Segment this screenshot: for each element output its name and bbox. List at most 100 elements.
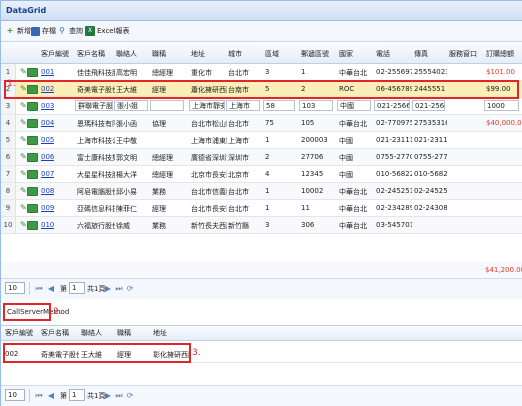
delete-icon[interactable] <box>27 170 38 179</box>
refresh-icon[interactable]: ⟳ <box>125 391 135 401</box>
cell-id[interactable]: 003 <box>41 102 54 110</box>
cell-phone[interactable]: 021-2566800 <box>374 100 410 111</box>
refresh-icon[interactable]: ⟳ <box>125 284 135 294</box>
edit-icon[interactable]: ✎ <box>20 169 27 178</box>
cell-contact: 張小函 <box>116 120 137 128</box>
last-page-icon[interactable]: ⏭ <box>114 284 124 294</box>
delete-icon[interactable] <box>27 136 38 145</box>
cell-id[interactable]: 001 <box>41 68 54 76</box>
cell-id[interactable]: 005 <box>41 136 54 144</box>
column-header[interactable]: 客戶名稱 <box>77 49 105 59</box>
first-page-icon[interactable]: ⏮ <box>34 391 44 401</box>
column-header[interactable]: 職稱 <box>152 49 166 59</box>
table-row[interactable]: 7 ✎ 007 大星星科技股份楊大洋 總經理 北京市長安西路北京市 4 12345 中國 010-… <box>1 166 522 183</box>
delete-icon[interactable] <box>27 221 38 230</box>
prev-page-icon[interactable]: ◀ <box>46 284 56 294</box>
column-header[interactable]: 電話 <box>376 49 390 59</box>
column-header[interactable]: 客戶名稱 <box>41 328 69 338</box>
cell-region: 1 <box>265 204 270 212</box>
column-header[interactable]: 傳真 <box>414 49 428 59</box>
cell-id[interactable]: 009 <box>41 204 54 212</box>
row-number: 3 <box>1 98 16 114</box>
panel-title: DataGrid <box>6 6 47 15</box>
delete-icon[interactable] <box>27 204 38 213</box>
column-header[interactable]: 客戶編號 <box>5 328 33 338</box>
column-header[interactable]: 地址 <box>153 328 167 338</box>
delete-icon[interactable] <box>27 153 38 162</box>
search-button[interactable]: ⚲ 查詢 <box>57 25 83 37</box>
column-header[interactable]: 城市 <box>228 49 242 59</box>
column-header[interactable]: 服務窗口 <box>449 49 477 59</box>
cell-city: 台北市 <box>228 120 249 128</box>
table-row[interactable]: 5 ✎ 005 上海市科技公王中敬 上海市浦東區上海市 1 200003 中國 021-2311… <box>1 132 522 149</box>
prev-page-icon[interactable]: ◀ <box>46 391 56 401</box>
cell-fax[interactable]: 021-2566800 <box>412 100 445 111</box>
cell-phone: 021-23111111 <box>376 136 412 144</box>
edit-icon[interactable]: ✎ <box>20 118 27 127</box>
edit-icon[interactable]: ✎ <box>20 101 27 110</box>
cell-id[interactable]: 010 <box>41 221 54 229</box>
cell-id[interactable]: 008 <box>41 187 54 195</box>
column-header[interactable]: 聯絡人 <box>81 328 102 338</box>
page-size-select[interactable]: 10 <box>5 389 25 401</box>
delete-icon[interactable] <box>27 119 38 128</box>
table-row[interactable]: 3✎003群聯電子股份張小姐上海市靜安區上海市58103中國021-256680… <box>1 98 522 115</box>
cell-region: 3 <box>265 221 270 229</box>
column-header[interactable]: 職稱 <box>117 328 131 338</box>
cell-addr: 廣德省深圳市 <box>191 154 227 162</box>
cell-region[interactable]: 58 <box>263 100 295 111</box>
column-header[interactable]: 國家 <box>339 49 353 59</box>
edit-icon[interactable]: ✎ <box>20 220 27 229</box>
cell-region: 1 <box>265 136 270 144</box>
next-page-icon[interactable]: ▶ <box>103 391 113 401</box>
delete-icon[interactable] <box>27 68 38 77</box>
row-number: 4 <box>1 115 16 131</box>
cell-fax: 02-24525717 <box>414 187 447 195</box>
cell-total: $40,000.00 <box>486 119 521 127</box>
last-page-icon[interactable]: ⏭ <box>114 391 124 401</box>
edit-icon[interactable]: ✎ <box>20 67 27 76</box>
delete-icon[interactable] <box>27 102 38 111</box>
column-header[interactable]: 區域 <box>265 49 279 59</box>
table-row[interactable]: 10 ✎ 010 六福旅行股份徐威 業務 新竹長夫西路新竹縣 3 306 中華台北 03-5457… <box>1 217 522 234</box>
add-button[interactable]: + 新增 <box>5 25 31 37</box>
table-row[interactable]: 6 ✎ 006 富士康科技集郭文明 總經理 廣德省深圳市深圳市 2 27706 中國 0755-2… <box>1 149 522 166</box>
cell-addr[interactable]: 上海市靜安區 <box>189 100 225 111</box>
cell-country[interactable]: 中國 <box>337 100 371 111</box>
next-page-icon[interactable]: ▶ <box>103 284 113 294</box>
save-button[interactable]: 存檔 <box>31 25 56 37</box>
edit-icon[interactable]: ✎ <box>20 203 27 212</box>
column-header[interactable]: 聯絡人 <box>116 49 137 59</box>
table-row[interactable]: 4 ✎ 004 恩瑪科技有限公張小函 協理 台北市松山區台北市 75 105 中華台北 02-77… <box>1 115 522 132</box>
excel-report-button[interactable]: X Excel報表 <box>85 25 130 37</box>
edit-icon[interactable]: ✎ <box>20 186 27 195</box>
cell-contact[interactable]: 張小姐 <box>114 100 148 111</box>
edit-icon[interactable]: ✎ <box>20 152 27 161</box>
table-row[interactable]: 1 ✎ 001 佳佳飛科技股份高宏明 總經理 重化市 台北市 3 1 中華台北 02-2556972… <box>1 64 522 81</box>
cell-id[interactable]: 007 <box>41 170 54 178</box>
cell-zip[interactable]: 103 <box>299 100 333 111</box>
cell-total[interactable]: 1000 <box>484 100 519 111</box>
first-page-icon[interactable]: ⏮ <box>34 284 44 294</box>
table-row[interactable]: 8 ✎ 008 阿皂電腦股份邱小易 業務 台北市信義區台北市 1 10002 中華台北 02-24… <box>1 183 522 200</box>
cell-city[interactable]: 上海市 <box>226 100 260 111</box>
column-header[interactable]: 客戶編號 <box>41 49 69 59</box>
cell-id[interactable]: 004 <box>41 119 54 127</box>
cell-country: 中華台北 <box>339 222 367 230</box>
edit-icon[interactable]: ✎ <box>20 135 27 144</box>
table-row[interactable]: 9✎009亞碼信息科技陳菲仁經理台北市長安西台北市111中華台北02-23428… <box>1 200 522 217</box>
cell-country: 中華台北 <box>339 205 367 213</box>
cell-region: 2 <box>265 153 270 161</box>
column-header[interactable]: 訂購總額 <box>486 49 514 59</box>
page-size-select[interactable]: 10 <box>5 282 25 294</box>
delete-icon[interactable] <box>27 187 38 196</box>
cell-id[interactable]: 006 <box>41 153 54 161</box>
page-number-input[interactable]: 1 <box>69 282 85 294</box>
search-label: 查詢 <box>69 27 83 35</box>
column-header[interactable]: 地址 <box>191 49 205 59</box>
cell-addr: 新竹長夫西路 <box>191 222 227 230</box>
column-header[interactable]: 郵遞區號 <box>301 49 329 59</box>
cell-name[interactable]: 群聯電子股份 <box>75 100 113 111</box>
cell-title[interactable] <box>150 100 184 111</box>
page-number-input[interactable]: 1 <box>69 389 85 401</box>
